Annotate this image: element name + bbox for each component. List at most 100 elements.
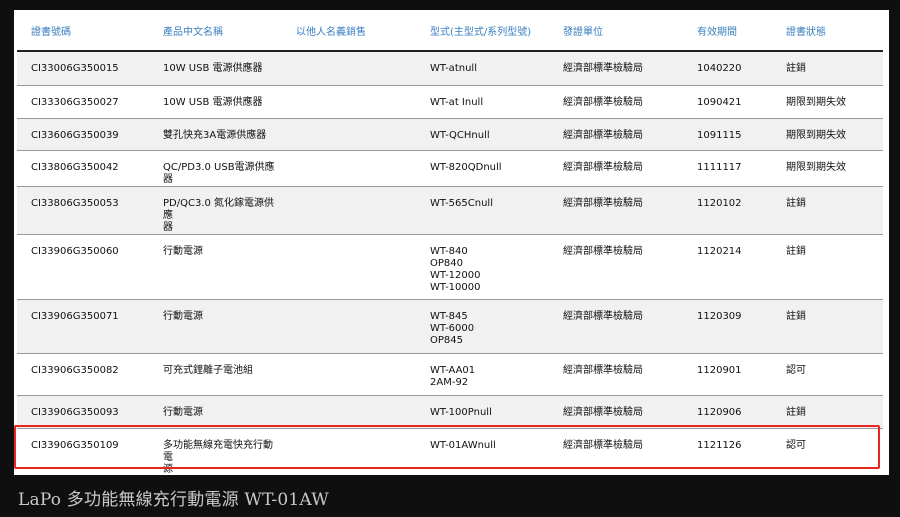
other-name-cell bbox=[282, 150, 416, 187]
table-row: CI33906G350071 行動電源 WT-845 WT-6000 OP845 經濟部標… bbox=[17, 299, 883, 354]
cert-number-cell: CI33806G350053 bbox=[17, 186, 149, 235]
validity-cell: 1120309 bbox=[683, 299, 772, 354]
cert-number-cell: CI33006G350015 bbox=[17, 51, 149, 86]
model-cell: WT-845 WT-6000 OP845 bbox=[416, 299, 549, 354]
status-cell: 認可 bbox=[772, 428, 883, 475]
product-name-line: PD/QC3.0 氮化鎵電源供應 bbox=[163, 197, 275, 221]
validity-cell: 1120214 bbox=[683, 234, 772, 300]
validity-cell: 1121126 bbox=[683, 428, 772, 475]
other-name-cell bbox=[282, 428, 416, 475]
model-line: WT-6000 bbox=[430, 322, 475, 334]
model-line: WT-840 bbox=[430, 245, 468, 257]
product-name-line: 行動電源 bbox=[163, 406, 203, 418]
validity-cell: 1040220 bbox=[683, 51, 772, 86]
issuer-cell: 經濟部標準檢驗局 bbox=[549, 353, 683, 396]
product-name-line: 可充式鋰離子電池組 bbox=[163, 364, 253, 376]
other-name-cell bbox=[282, 353, 416, 396]
validity-cell: 1120906 bbox=[683, 395, 772, 429]
issuer-cell: 經濟部標準檢驗局 bbox=[549, 186, 683, 235]
product-name-cell: QC/PD3.0 USB電源供應器 bbox=[149, 150, 282, 187]
model-cell: WT-01AWnull bbox=[416, 428, 549, 475]
product-name-cell: 雙孔快充3A電源供應器 bbox=[149, 118, 282, 151]
model-cell: WT-AA01 2AM-92 bbox=[416, 353, 549, 396]
other-name-cell bbox=[282, 51, 416, 86]
model-cell: WT-at Inull bbox=[416, 85, 549, 119]
model-cell: WT-840 OP840 WT-12000 WT-10000 bbox=[416, 234, 549, 300]
model-line: WT-820QDnull bbox=[430, 161, 502, 173]
header-cert-number[interactable]: 證書號碼 bbox=[17, 10, 149, 52]
model-line: WT-atnull bbox=[430, 63, 477, 74]
table-row: CI33006G350015 10W USB 電源供應器 WT-atnull 經濟部標… bbox=[17, 51, 883, 86]
cert-number-cell: CI33906G350082 bbox=[17, 353, 149, 396]
status-cell: 認可 bbox=[772, 353, 883, 396]
header-product-name[interactable]: 產品中文名稱 bbox=[149, 10, 282, 52]
other-name-cell bbox=[282, 186, 416, 235]
issuer-cell: 經濟部標準檢驗局 bbox=[549, 118, 683, 151]
product-name-line: 多功能無線充電快充行動電 bbox=[163, 439, 273, 463]
table-header-row: 證書號碼 產品中文名稱 以他人名義銷售 型式(主型式/系列型號) 發證單位 有效… bbox=[17, 10, 883, 52]
model-line: WT-at Inull bbox=[430, 96, 484, 108]
validity-cell: 1120102 bbox=[683, 186, 772, 235]
other-name-cell bbox=[282, 85, 416, 119]
table-row: CI33806G350053 PD/QC3.0 氮化鎵電源供應器 WT-565Cnu… bbox=[17, 186, 883, 235]
model-line: WT-10000 bbox=[430, 281, 481, 293]
issuer-cell: 經濟部標準檢驗局 bbox=[549, 51, 683, 86]
table-row: CI33606G350039 雙孔快充3A電源供應器 WT-QCHnull 經濟部標準… bbox=[17, 118, 883, 151]
product-name-cell: 行動電源 bbox=[149, 395, 282, 429]
other-name-cell bbox=[282, 299, 416, 354]
status-cell: 註銷 bbox=[772, 395, 883, 429]
product-name-line: 10W USB 電源供應器 bbox=[163, 63, 263, 74]
product-name-line: QC/PD3.0 USB電源供應器 bbox=[163, 161, 275, 185]
model-line: WT-845 bbox=[430, 310, 468, 322]
issuer-cell: 經濟部標準檢驗局 bbox=[549, 395, 683, 429]
product-name-line: 10W USB 電源供應器 bbox=[163, 96, 263, 108]
table-row: CI33906G350082 可充式鋰離子電池組 WT-AA01 2AM-92 經濟部標… bbox=[17, 353, 883, 396]
product-name-line: 器 bbox=[163, 221, 173, 233]
issuer-cell: 經濟部標準檢驗局 bbox=[549, 299, 683, 354]
header-status[interactable]: 證書狀態 bbox=[772, 10, 883, 52]
status-cell: 期限到期失效 bbox=[772, 118, 883, 151]
model-cell: WT-100Pnull bbox=[416, 395, 549, 429]
validity-cell: 1090421 bbox=[683, 85, 772, 119]
certificate-sheet: 證書號碼 產品中文名稱 以他人名義銷售 型式(主型式/系列型號) 發證單位 有效… bbox=[14, 10, 889, 475]
model-cell: WT-atnull bbox=[416, 51, 549, 86]
model-line: WT-AA01 bbox=[430, 364, 476, 376]
other-name-cell bbox=[282, 395, 416, 429]
validity-cell: 1120901 bbox=[683, 353, 772, 396]
validity-cell: 1091115 bbox=[683, 118, 772, 151]
status-cell: 註銷 bbox=[772, 299, 883, 354]
table-row: CI33306G350027 10W USB 電源供應器 WT-at Inull 經濟… bbox=[17, 85, 883, 119]
model-line: WT-100Pnull bbox=[430, 406, 492, 418]
model-cell: WT-565Cnull bbox=[416, 186, 549, 235]
product-name-cell: PD/QC3.0 氮化鎵電源供應器 bbox=[149, 186, 282, 235]
status-cell: 期限到期失效 bbox=[772, 150, 883, 187]
product-name-line: 行動電源 bbox=[163, 245, 203, 257]
table-row: CI33906G350093 行動電源 WT-100Pnull 經濟部標準檢驗局 112… bbox=[17, 395, 883, 429]
issuer-cell: 經濟部標準檢驗局 bbox=[549, 428, 683, 475]
model-cell: WT-820QDnull bbox=[416, 150, 549, 187]
product-name-cell: 10W USB 電源供應器 bbox=[149, 85, 282, 119]
other-name-cell bbox=[282, 234, 416, 300]
model-line: 2AM-92 bbox=[430, 376, 469, 388]
header-sold-under-other-name[interactable]: 以他人名義銷售 bbox=[282, 10, 416, 52]
cert-number-cell: CI33606G350039 bbox=[17, 118, 149, 151]
table-row: CI33906G350060 行動電源 WT-840 OP840 WT-12000 WT-… bbox=[17, 234, 883, 300]
header-validity[interactable]: 有效期間 bbox=[683, 10, 772, 52]
header-issuer[interactable]: 發證單位 bbox=[549, 10, 683, 52]
model-line: WT-565Cnull bbox=[430, 197, 493, 209]
product-name-cell: 10W USB 電源供應器 bbox=[149, 51, 282, 86]
status-cell: 註銷 bbox=[772, 234, 883, 300]
product-name-cell: 多功能無線充電快充行動電源 bbox=[149, 428, 282, 475]
cert-number-cell: CI33906G350071 bbox=[17, 299, 149, 354]
product-name-line: 源 bbox=[163, 463, 173, 475]
header-model[interactable]: 型式(主型式/系列型號) bbox=[416, 10, 549, 52]
issuer-cell: 經濟部標準檢驗局 bbox=[549, 234, 683, 300]
model-line: OP845 bbox=[430, 334, 463, 346]
cert-number-cell: CI33906G350093 bbox=[17, 395, 149, 429]
issuer-cell: 經濟部標準檢驗局 bbox=[549, 85, 683, 119]
product-name-cell: 行動電源 bbox=[149, 234, 282, 300]
product-name-cell: 行動電源 bbox=[149, 299, 282, 354]
model-line: WT-12000 bbox=[430, 269, 481, 281]
table-row: CI33806G350042 QC/PD3.0 USB電源供應器 WT-820QDn… bbox=[17, 150, 883, 187]
model-line: WT-01AWnull bbox=[430, 439, 496, 451]
